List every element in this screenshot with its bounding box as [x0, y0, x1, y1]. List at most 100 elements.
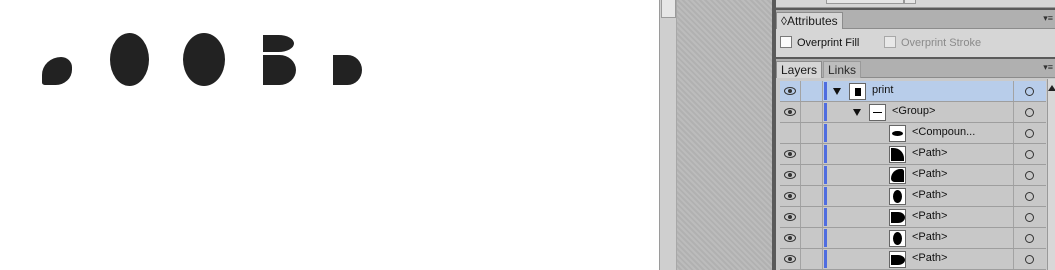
layer-thumbnail — [889, 167, 906, 184]
layer-row-path[interactable]: <Path> — [780, 186, 1046, 207]
target-toggle[interactable] — [1013, 207, 1046, 227]
layer-row-path[interactable]: <Path> — [780, 228, 1046, 249]
target-toggle[interactable] — [1013, 123, 1046, 143]
layer-color-indicator — [824, 208, 827, 226]
layer-row-path[interactable]: <Path> — [780, 249, 1046, 270]
target-toggle[interactable] — [1013, 102, 1046, 122]
panel-menu-icon[interactable]: ▾≡ — [1043, 62, 1053, 73]
layer-name: <Path> — [912, 210, 948, 222]
lock-toggle[interactable] — [802, 81, 823, 101]
eye-icon — [784, 171, 796, 179]
lock-toggle[interactable] — [802, 144, 823, 164]
layer-row-compound[interactable]: <Compoun... — [780, 123, 1046, 144]
layer-thumbnail — [889, 209, 906, 226]
layers-scrollbar[interactable] — [1047, 79, 1055, 270]
checkbox-box — [884, 36, 896, 48]
overprint-stroke-label: Overprint Stroke — [901, 37, 982, 49]
layer-color-indicator — [824, 229, 827, 247]
visibility-toggle[interactable] — [780, 207, 801, 227]
target-circle-icon — [1025, 171, 1034, 180]
eye-icon — [784, 87, 796, 95]
layer-name: <Path> — [912, 147, 948, 159]
target-circle-icon — [1025, 87, 1034, 96]
layer-name: <Path> — [912, 168, 948, 180]
artwork-shape-4a[interactable] — [263, 35, 294, 52]
target-toggle[interactable] — [1013, 186, 1046, 206]
target-circle-icon — [1025, 255, 1034, 264]
artwork-shape-2[interactable] — [110, 33, 149, 86]
target-toggle[interactable] — [1013, 249, 1046, 269]
layer-color-indicator — [824, 103, 827, 121]
lock-toggle[interactable] — [802, 228, 823, 248]
layer-name: <Path> — [912, 231, 948, 243]
panel-menu-icon[interactable]: ▾≡ — [1043, 13, 1053, 24]
target-toggle[interactable] — [1013, 81, 1046, 101]
layer-thumbnail — [889, 125, 906, 142]
visibility-toggle[interactable] — [780, 81, 801, 101]
layer-row-path[interactable]: <Path> — [780, 144, 1046, 165]
eye-icon — [784, 108, 796, 116]
lock-toggle[interactable] — [802, 102, 823, 122]
layer-color-indicator — [824, 82, 827, 100]
previous-panel-strip — [776, 0, 1055, 8]
scroll-up-arrow-icon[interactable] — [1048, 85, 1055, 91]
target-circle-icon — [1025, 234, 1034, 243]
layer-row-group[interactable]: <Group> — [780, 102, 1046, 123]
visibility-toggle[interactable] — [780, 144, 801, 164]
artwork-shape-4b[interactable] — [263, 55, 296, 85]
overprint-fill-checkbox[interactable]: Overprint Fill — [780, 36, 859, 50]
layer-thumbnail — [889, 146, 906, 163]
layer-row-print[interactable]: print — [780, 81, 1046, 102]
disclosure-triangle-icon[interactable] — [853, 109, 861, 116]
app-window: ◊Attributes ▾≡ Overprint Fill Overprint … — [0, 0, 1055, 270]
layer-color-indicator — [824, 187, 827, 205]
target-circle-icon — [1025, 150, 1034, 159]
checkbox-box[interactable] — [780, 36, 792, 48]
canvas-vertical-scrollbar[interactable] — [659, 0, 677, 270]
artwork-shape-1[interactable] — [42, 57, 72, 85]
artboard-canvas[interactable] — [0, 0, 659, 270]
disclosure-triangle-icon[interactable] — [833, 88, 841, 95]
attributes-tabbar: ◊Attributes ▾≡ — [776, 10, 1055, 29]
layer-thumbnail — [869, 104, 886, 121]
target-circle-icon — [1025, 108, 1034, 117]
tab-attributes[interactable]: ◊Attributes — [776, 12, 843, 29]
pasteboard — [677, 0, 772, 270]
layer-row-path[interactable]: <Path> — [780, 165, 1046, 186]
layers-tabbar: Layers Links ▾≡ — [776, 59, 1055, 78]
visibility-toggle[interactable] — [780, 165, 801, 185]
layer-row-path[interactable]: <Path> — [780, 207, 1046, 228]
layer-thumbnail — [889, 251, 906, 268]
eye-icon — [784, 234, 796, 242]
layer-name: print — [872, 84, 894, 96]
panel-dock: ◊Attributes ▾≡ Overprint Fill Overprint … — [772, 0, 1055, 270]
target-toggle[interactable] — [1013, 144, 1046, 164]
lock-toggle[interactable] — [802, 249, 823, 269]
tab-links[interactable]: Links — [823, 61, 862, 78]
target-toggle[interactable] — [1013, 165, 1046, 185]
scrollbar-thumb[interactable] — [661, 0, 676, 18]
overprint-fill-label: Overprint Fill — [797, 37, 860, 49]
layer-name: <Group> — [892, 105, 936, 117]
visibility-toggle[interactable] — [780, 102, 801, 122]
visibility-toggle[interactable] — [780, 123, 801, 143]
layer-color-indicator — [824, 145, 827, 163]
visibility-toggle[interactable] — [780, 186, 801, 206]
eye-icon — [784, 150, 796, 158]
artwork-shape-5[interactable] — [333, 55, 362, 85]
artwork-shape-3[interactable] — [183, 33, 225, 86]
eye-icon — [784, 255, 796, 263]
tab-layers[interactable]: Layers — [776, 61, 823, 78]
lock-toggle[interactable] — [802, 186, 823, 206]
target-circle-icon — [1025, 129, 1034, 138]
layer-color-indicator — [824, 124, 827, 142]
visibility-toggle[interactable] — [780, 228, 801, 248]
lock-toggle[interactable] — [802, 123, 823, 143]
lock-toggle[interactable] — [802, 207, 823, 227]
layer-thumbnail — [849, 83, 866, 100]
visibility-toggle[interactable] — [780, 249, 801, 269]
layer-color-indicator — [824, 166, 827, 184]
lock-toggle[interactable] — [802, 165, 823, 185]
layer-color-indicator — [824, 250, 827, 268]
target-toggle[interactable] — [1013, 228, 1046, 248]
